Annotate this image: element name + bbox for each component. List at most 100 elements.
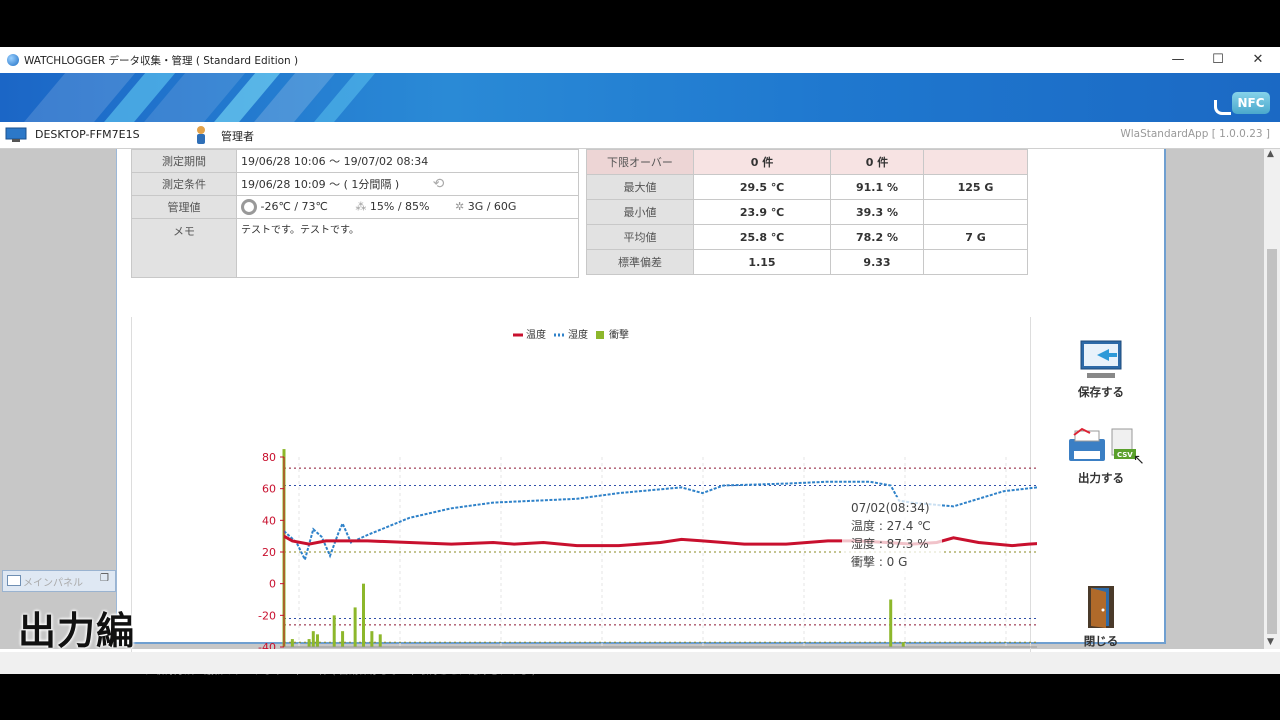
shock-bar	[307, 639, 311, 647]
y-left-tick-label: -20	[258, 609, 276, 622]
shock-bar	[378, 634, 382, 647]
y-left-tick-label: 40	[262, 514, 276, 527]
export-button[interactable]: CSV 出力する	[1061, 427, 1141, 486]
stat-hum: 9.33	[830, 249, 924, 275]
stats-table: 下限オーバー 0 件 0 件 最大値 29.5 ℃ 91.1 % 125 G 最…	[586, 149, 1028, 275]
title-bar: WATCHLOGGER データ収集・管理 ( Standard Edition …	[0, 47, 1280, 73]
app-logo-icon	[7, 54, 19, 66]
user-name: 管理者	[221, 130, 254, 143]
status-bar	[0, 652, 1280, 674]
y-left-tick-label: 80	[262, 451, 276, 464]
memo-value[interactable]: テストです。テストです。	[236, 218, 579, 278]
shock-bar	[315, 634, 319, 647]
y-left-tick-label: -40	[258, 641, 276, 649]
vertical-scrollbar[interactable]: ▲ ▼	[1264, 149, 1280, 649]
period-value: 19/06/28 10:06 ～ 19/07/02 08:34	[236, 149, 579, 173]
shock-bar	[332, 615, 336, 647]
stat-label: 最大値	[586, 174, 694, 200]
legend-shock: 衝撃	[609, 328, 629, 341]
computer-name: DESKTOP-FFM7E1S	[35, 128, 140, 141]
stat-shock	[923, 249, 1028, 275]
chart-svg[interactable]: 温度 湿度 衝撃 806040200-20-401009080706050403…	[117, 319, 1037, 649]
condition-value: 19/06/28 10:09 ～ ( 1分間隔 )	[241, 178, 400, 191]
save-icon	[1080, 340, 1122, 378]
period-label: 測定期間	[131, 149, 237, 173]
shock-bar	[290, 639, 294, 647]
chart-legend: 温度 湿度 衝撃	[513, 328, 629, 341]
shock-bar	[889, 599, 893, 647]
stat-temp: 0 件	[693, 149, 831, 175]
y-left-tick-label: 0	[269, 578, 276, 591]
data-panel: 測定期間 19/06/28 10:06 ～ 19/07/02 08:34 測定条…	[116, 149, 1166, 677]
stat-shock	[923, 149, 1028, 175]
stat-shock: 125 G	[923, 174, 1028, 200]
window-title: WATCHLOGGER データ収集・管理 ( Standard Edition …	[24, 55, 299, 67]
limits-cell: -26℃ / 73℃ ⁂ 15% / 85% ✲ 3G / 60G	[236, 195, 579, 219]
close-window-button[interactable]: 閉じる	[1061, 584, 1141, 649]
restore-icon[interactable]: ❐	[100, 573, 109, 584]
condition-cell: 19/06/28 10:09 ～ ( 1分間隔 ) ⟲	[236, 172, 579, 196]
shock-bar	[362, 583, 365, 647]
condition-label: 測定条件	[131, 172, 237, 196]
limit-temp: -26℃ / 73℃	[260, 200, 328, 213]
chart-tooltip: 07/02(08:34) 温度 : 27.4 ℃ 湿度 : 87.3 % 衝撃 …	[842, 497, 942, 575]
info-table: 測定期間 19/06/28 10:06 ～ 19/07/02 08:34 測定条…	[131, 149, 579, 278]
stat-hum: 0 件	[830, 149, 924, 175]
window-icon	[7, 575, 21, 586]
stat-temp: 29.5 ℃	[693, 174, 831, 200]
app-window: WATCHLOGGER データ収集・管理 ( Standard Edition …	[0, 47, 1280, 677]
temperature-icon	[241, 199, 257, 215]
shock-bar	[370, 631, 374, 647]
tooltip-shock: 衝撃 : 0 G	[851, 554, 907, 569]
shock-bar	[311, 631, 315, 647]
repeat-icon[interactable]: ⟲	[433, 176, 445, 192]
tooltip-hum: 湿度 : 87.3 %	[851, 536, 929, 551]
limits-label: 管理値	[131, 195, 237, 219]
scroll-thumb[interactable]	[1267, 249, 1277, 634]
legend-temp: 温度	[526, 328, 546, 341]
caption-overlay: 出力編	[18, 609, 136, 653]
nfc-icon	[1214, 100, 1231, 115]
legend-shock-swatch	[596, 331, 604, 339]
maximize-button[interactable]: ☐	[1198, 49, 1238, 71]
stat-label: 下限オーバー	[586, 149, 694, 175]
tooltip-temp: 温度 : 27.4 ℃	[851, 518, 931, 533]
header-banner: NFC	[0, 73, 1280, 122]
shock-bar	[901, 642, 905, 647]
stat-label: 標準偏差	[586, 249, 694, 275]
stat-hum: 39.3 %	[830, 199, 924, 225]
version-label: WlaStandardApp [ 1.0.0.23 ]	[1120, 128, 1270, 140]
shock-bar	[353, 607, 357, 647]
scroll-up-icon[interactable]: ▲	[1267, 149, 1274, 159]
nfc-badge: NFC	[1212, 92, 1270, 118]
mainpanel-tab[interactable]: メインパネル ❐	[2, 570, 116, 592]
stat-temp: 1.15	[693, 249, 831, 275]
stat-label: 平均値	[586, 224, 694, 250]
svg-text:CSV: CSV	[1117, 451, 1133, 459]
user-icon	[197, 126, 205, 144]
shock-bar	[341, 631, 345, 647]
door-icon	[1088, 586, 1114, 628]
stat-hum: 91.1 %	[830, 174, 924, 200]
memo-label: メモ	[131, 218, 237, 278]
stat-shock: 7 G	[923, 224, 1028, 250]
scroll-down-icon[interactable]: ▼	[1267, 637, 1274, 647]
stat-hum: 78.2 %	[830, 224, 924, 250]
mainpanel-label: メインパネル	[23, 578, 83, 589]
limit-shock: 3G / 60G	[467, 200, 517, 213]
close-button[interactable]: ✕	[1238, 49, 1278, 71]
minimize-button[interactable]: —	[1158, 49, 1198, 71]
legend-hum: 湿度	[568, 328, 588, 341]
stat-label: 最小値	[586, 199, 694, 225]
shock-icon: ✲	[454, 200, 465, 213]
save-button[interactable]: 保存する	[1061, 339, 1141, 400]
y-left-tick-label: 20	[262, 546, 276, 559]
computer-icon	[5, 127, 27, 142]
stat-temp: 25.8 ℃	[693, 224, 831, 250]
limit-hum: 15% / 85%	[369, 200, 430, 213]
humidity-icon: ⁂	[355, 200, 367, 213]
toolbar: DESKTOP-FFM7E1S 管理者 WlaStandardApp [ 1.0…	[0, 122, 1280, 149]
print-csv-icon: CSV	[1069, 427, 1136, 461]
stat-shock	[923, 199, 1028, 225]
tooltip-time: 07/02(08:34)	[851, 501, 930, 515]
